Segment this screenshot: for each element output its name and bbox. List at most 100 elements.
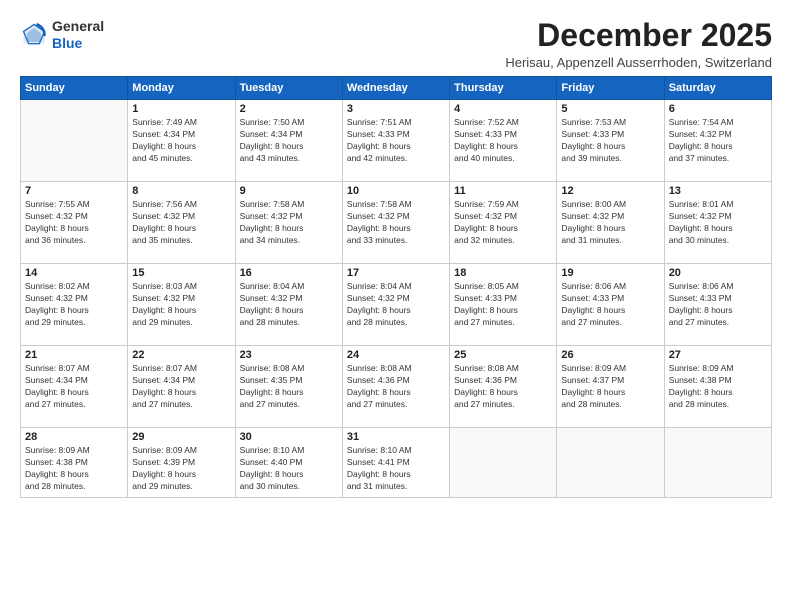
day-info: Sunrise: 8:08 AM Sunset: 4:35 PM Dayligh… <box>240 363 338 411</box>
day-number: 14 <box>25 267 123 279</box>
table-row: 18 Sunrise: 8:05 AM Sunset: 4:33 PM Dayli… <box>450 264 557 346</box>
day-info: Sunrise: 7:58 AM Sunset: 4:32 PM Dayligh… <box>347 199 445 247</box>
col-friday: Friday <box>557 77 664 100</box>
table-row: 10 Sunrise: 7:58 AM Sunset: 4:32 PM Dayli… <box>342 182 449 264</box>
day-info: Sunrise: 8:10 AM Sunset: 4:40 PM Dayligh… <box>240 445 338 493</box>
day-number: 19 <box>561 267 659 279</box>
table-row: 22Sunrise: 8:07 AM Sunset: 4:34 PM Dayli… <box>128 346 235 428</box>
table-row <box>450 428 557 498</box>
day-number: 16 <box>240 267 338 279</box>
day-number: 26 <box>561 349 659 361</box>
title-section: December 2025 Herisau, Appenzell Ausserr… <box>505 18 772 70</box>
table-row: 23 Sunrise: 8:08 AM Sunset: 4:35 PM Dayli… <box>235 346 342 428</box>
table-row: 30 Sunrise: 8:10 AM Sunset: 4:40 PM Dayli… <box>235 428 342 498</box>
subtitle: Herisau, Appenzell Ausserrhoden, Switzer… <box>505 55 772 70</box>
day-info: Sunrise: 8:07 AM Sunset: 4:34 PM Dayligh… <box>132 363 230 411</box>
day-info: Sunrise: 8:05 AM Sunset: 4:33 PM Dayligh… <box>454 281 552 329</box>
table-row: 25 Sunrise: 8:08 AM Sunset: 4:36 PM Dayli… <box>450 346 557 428</box>
day-info: Sunrise: 7:58 AM Sunset: 4:32 PM Dayligh… <box>240 199 338 247</box>
day-number: 7 <box>25 185 123 197</box>
day-info: Sunrise: 7:52 AM Sunset: 4:33 PM Dayligh… <box>454 117 552 165</box>
day-info: Sunrise: 8:02 AM Sunset: 4:32 PM Dayligh… <box>25 281 123 329</box>
day-number: 28 <box>25 431 123 443</box>
table-row: 12Sunrise: 8:00 AM Sunset: 4:32 PM Dayli… <box>557 182 664 264</box>
page: General Blue December 2025 Herisau, Appe… <box>0 0 792 612</box>
table-row: 8 Sunrise: 7:56 AM Sunset: 4:32 PM Daylig… <box>128 182 235 264</box>
logo-general: General <box>52 18 104 35</box>
day-info: Sunrise: 7:50 AM Sunset: 4:34 PM Dayligh… <box>240 117 338 165</box>
day-number: 11 <box>454 185 552 197</box>
table-row: 3Sunrise: 7:51 AM Sunset: 4:33 PM Daylig… <box>342 100 449 182</box>
table-row: 11 Sunrise: 7:59 AM Sunset: 4:32 PM Dayli… <box>450 182 557 264</box>
day-info: Sunrise: 8:09 AM Sunset: 4:38 PM Dayligh… <box>669 363 767 411</box>
day-info: Sunrise: 8:10 AM Sunset: 4:41 PM Dayligh… <box>347 445 445 493</box>
day-number: 8 <box>132 185 230 197</box>
logo: General Blue <box>20 18 104 52</box>
day-number: 25 <box>454 349 552 361</box>
day-info: Sunrise: 7:59 AM Sunset: 4:32 PM Dayligh… <box>454 199 552 247</box>
day-number: 10 <box>347 185 445 197</box>
table-row: 6Sunrise: 7:54 AM Sunset: 4:32 PM Daylig… <box>664 100 771 182</box>
day-number: 30 <box>240 431 338 443</box>
table-row: 19Sunrise: 8:06 AM Sunset: 4:33 PM Dayli… <box>557 264 664 346</box>
calendar-week-row: 7Sunrise: 7:55 AM Sunset: 4:32 PM Daylig… <box>21 182 772 264</box>
day-number: 9 <box>240 185 338 197</box>
day-number: 17 <box>347 267 445 279</box>
day-info: Sunrise: 8:09 AM Sunset: 4:38 PM Dayligh… <box>25 445 123 493</box>
day-number: 15 <box>132 267 230 279</box>
table-row: 2 Sunrise: 7:50 AM Sunset: 4:34 PM Daylig… <box>235 100 342 182</box>
table-row: 20 Sunrise: 8:06 AM Sunset: 4:33 PM Dayli… <box>664 264 771 346</box>
table-row: 28 Sunrise: 8:09 AM Sunset: 4:38 PM Dayli… <box>21 428 128 498</box>
day-number: 20 <box>669 267 767 279</box>
col-wednesday: Wednesday <box>342 77 449 100</box>
day-number: 21 <box>25 349 123 361</box>
table-row: 14 Sunrise: 8:02 AM Sunset: 4:32 PM Dayli… <box>21 264 128 346</box>
table-row <box>557 428 664 498</box>
day-number: 24 <box>347 349 445 361</box>
table-row: 5 Sunrise: 7:53 AM Sunset: 4:33 PM Daylig… <box>557 100 664 182</box>
day-info: Sunrise: 8:09 AM Sunset: 4:37 PM Dayligh… <box>561 363 659 411</box>
table-row: 9 Sunrise: 7:58 AM Sunset: 4:32 PM Daylig… <box>235 182 342 264</box>
col-tuesday: Tuesday <box>235 77 342 100</box>
table-row: 13Sunrise: 8:01 AM Sunset: 4:32 PM Dayli… <box>664 182 771 264</box>
month-title: December 2025 <box>505 18 772 53</box>
day-number: 29 <box>132 431 230 443</box>
calendar-header-row: Sunday Monday Tuesday Wednesday Thursday… <box>21 77 772 100</box>
table-row: 7Sunrise: 7:55 AM Sunset: 4:32 PM Daylig… <box>21 182 128 264</box>
day-number: 18 <box>454 267 552 279</box>
day-info: Sunrise: 8:03 AM Sunset: 4:32 PM Dayligh… <box>132 281 230 329</box>
calendar-week-row: 14 Sunrise: 8:02 AM Sunset: 4:32 PM Dayli… <box>21 264 772 346</box>
table-row: 27 Sunrise: 8:09 AM Sunset: 4:38 PM Dayli… <box>664 346 771 428</box>
day-number: 12 <box>561 185 659 197</box>
day-number: 4 <box>454 103 552 115</box>
day-info: Sunrise: 7:56 AM Sunset: 4:32 PM Dayligh… <box>132 199 230 247</box>
day-info: Sunrise: 8:07 AM Sunset: 4:34 PM Dayligh… <box>25 363 123 411</box>
table-row: 16Sunrise: 8:04 AM Sunset: 4:32 PM Dayli… <box>235 264 342 346</box>
day-info: Sunrise: 7:53 AM Sunset: 4:33 PM Dayligh… <box>561 117 659 165</box>
calendar-week-row: 1 Sunrise: 7:49 AM Sunset: 4:34 PM Daylig… <box>21 100 772 182</box>
table-row: 26 Sunrise: 8:09 AM Sunset: 4:37 PM Dayli… <box>557 346 664 428</box>
day-info: Sunrise: 7:51 AM Sunset: 4:33 PM Dayligh… <box>347 117 445 165</box>
day-number: 27 <box>669 349 767 361</box>
table-row: 29 Sunrise: 8:09 AM Sunset: 4:39 PM Dayli… <box>128 428 235 498</box>
day-number: 23 <box>240 349 338 361</box>
table-row: 31Sunrise: 8:10 AM Sunset: 4:41 PM Dayli… <box>342 428 449 498</box>
day-info: Sunrise: 8:06 AM Sunset: 4:33 PM Dayligh… <box>669 281 767 329</box>
col-thursday: Thursday <box>450 77 557 100</box>
day-number: 13 <box>669 185 767 197</box>
table-row: 21 Sunrise: 8:07 AM Sunset: 4:34 PM Dayli… <box>21 346 128 428</box>
day-info: Sunrise: 8:08 AM Sunset: 4:36 PM Dayligh… <box>454 363 552 411</box>
table-row: 4 Sunrise: 7:52 AM Sunset: 4:33 PM Daylig… <box>450 100 557 182</box>
day-number: 6 <box>669 103 767 115</box>
day-number: 2 <box>240 103 338 115</box>
col-sunday: Sunday <box>21 77 128 100</box>
day-number: 5 <box>561 103 659 115</box>
day-number: 1 <box>132 103 230 115</box>
day-info: Sunrise: 7:49 AM Sunset: 4:34 PM Dayligh… <box>132 117 230 165</box>
logo-text: General Blue <box>52 18 104 52</box>
header: General Blue December 2025 Herisau, Appe… <box>20 18 772 70</box>
col-monday: Monday <box>128 77 235 100</box>
calendar-week-row: 28 Sunrise: 8:09 AM Sunset: 4:38 PM Dayli… <box>21 428 772 498</box>
day-info: Sunrise: 8:09 AM Sunset: 4:39 PM Dayligh… <box>132 445 230 493</box>
calendar-week-row: 21 Sunrise: 8:07 AM Sunset: 4:34 PM Dayli… <box>21 346 772 428</box>
